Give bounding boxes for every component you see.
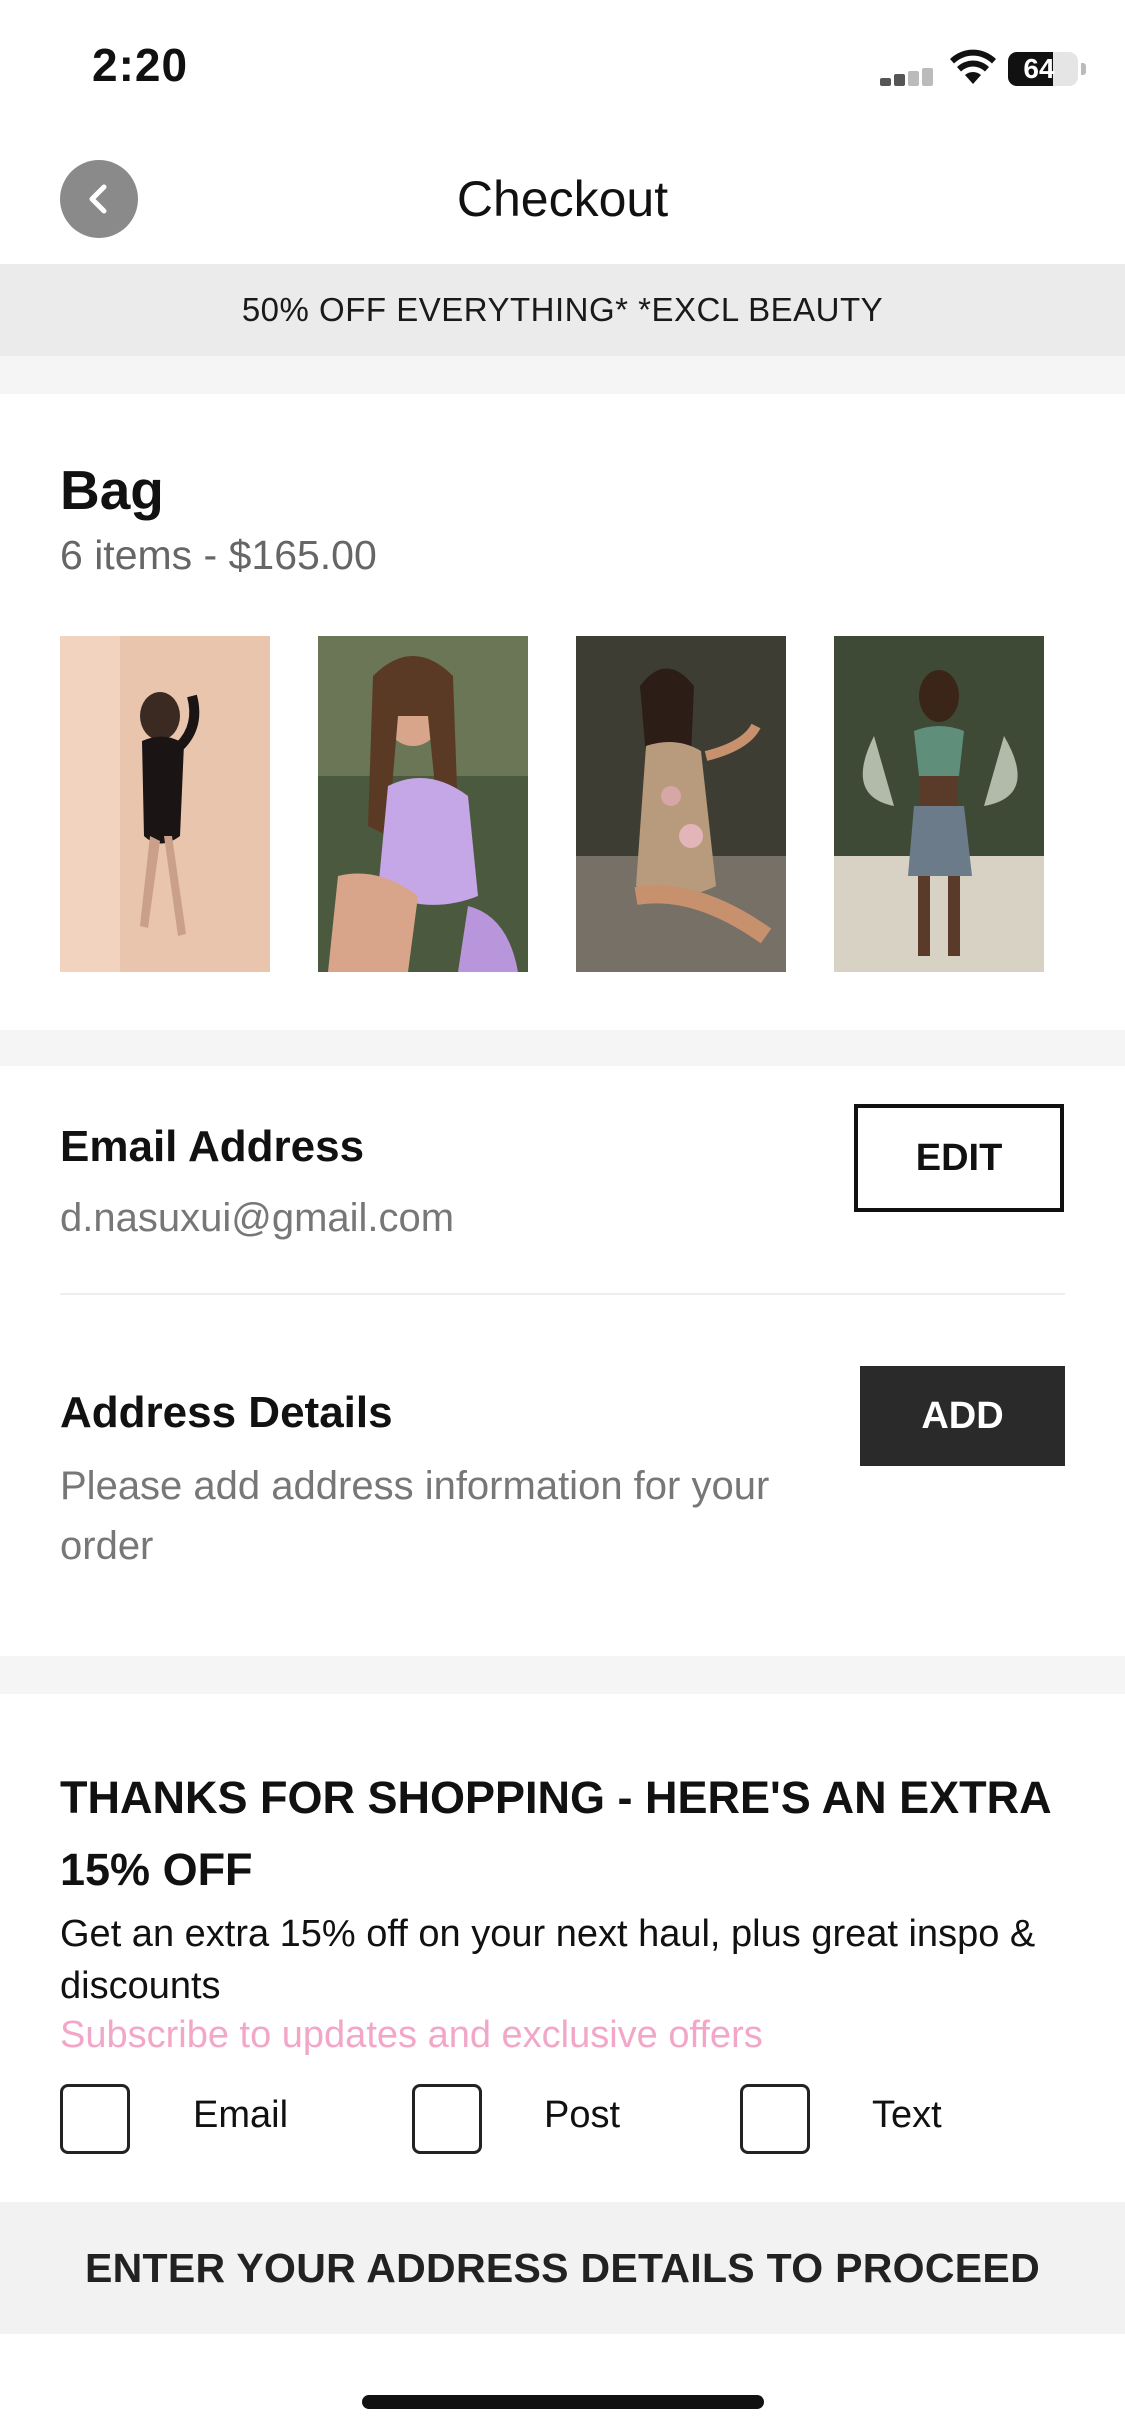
nav-bar: Checkout — [0, 140, 1125, 266]
text-opt-in-label: Text — [872, 2094, 942, 2136]
marketing-body: Get an extra 15% off on your next haul, … — [60, 1913, 1036, 2007]
proceed-button[interactable]: ENTER YOUR ADDRESS DETAILS TO PROCEED — [0, 2202, 1125, 2334]
promo-banner: 50% OFF EVERYTHING* *EXCL BEAUTY — [0, 264, 1125, 356]
email-heading: Email Address — [60, 1122, 365, 1171]
product-image-black-dress — [60, 636, 270, 972]
page-title: Checkout — [456, 171, 669, 227]
marketing-heading-line2: 15% OFF — [60, 1844, 253, 1895]
subscribe-text: Subscribe to updates and exclusive offer… — [60, 2014, 763, 2056]
battery-icon: 64 — [1008, 52, 1086, 86]
home-indicator — [362, 2395, 764, 2409]
product-thumbnail[interactable] — [60, 636, 270, 972]
post-opt-in-checkbox[interactable] — [412, 2084, 482, 2154]
section-gap — [0, 356, 1125, 394]
bag-title: Bag — [60, 459, 164, 521]
post-opt-in-label: Post — [544, 2094, 621, 2136]
status-time: 2:20 — [92, 39, 189, 91]
contact-section: Email Address d.nasuxui@gmail.com EDIT A… — [0, 1066, 1125, 1656]
marketing-section: THANKS FOR SHOPPING - HERE'S AN EXTRA 15… — [0, 1694, 1125, 2202]
status-bar: 2:20 64 — [0, 0, 1125, 130]
cellular-signal-icon — [880, 68, 936, 86]
bag-section: Bag 6 items - $165.00 — [0, 394, 1125, 1030]
add-address-button[interactable]: ADD — [860, 1366, 1065, 1466]
address-heading: Address Details — [60, 1388, 393, 1437]
section-gap — [0, 1030, 1125, 1066]
address-hint-line2: order — [60, 1524, 154, 1568]
email-opt-in-label: Email — [193, 2094, 289, 2136]
bag-summary: 6 items - $165.00 — [60, 532, 377, 578]
address-hint-line1: Please add address information for your — [60, 1464, 770, 1508]
marketing-heading-line1: THANKS FOR SHOPPING - HERE'S AN EXTRA — [60, 1772, 1052, 1823]
product-image-floral-outfit — [576, 636, 786, 972]
product-thumbnail[interactable] — [576, 636, 786, 972]
product-image-green-top — [834, 636, 1044, 972]
edit-email-button[interactable]: EDIT — [854, 1104, 1064, 1212]
battery-percent: 64 — [1023, 53, 1055, 84]
marketing-heading: THANKS FOR SHOPPING - HERE'S AN EXTRA 15… — [60, 1762, 1060, 1906]
email-value: d.nasuxui@gmail.com — [60, 1196, 455, 1240]
divider — [60, 1293, 1065, 1295]
wifi-icon — [950, 49, 996, 84]
product-thumbnail[interactable] — [318, 636, 528, 972]
product-thumbnail[interactable] — [834, 636, 1044, 972]
section-gap — [0, 1656, 1125, 1694]
product-image-lilac-dress — [318, 636, 528, 972]
text-opt-in-checkbox[interactable] — [740, 2084, 810, 2154]
email-opt-in-checkbox[interactable] — [60, 2084, 130, 2154]
